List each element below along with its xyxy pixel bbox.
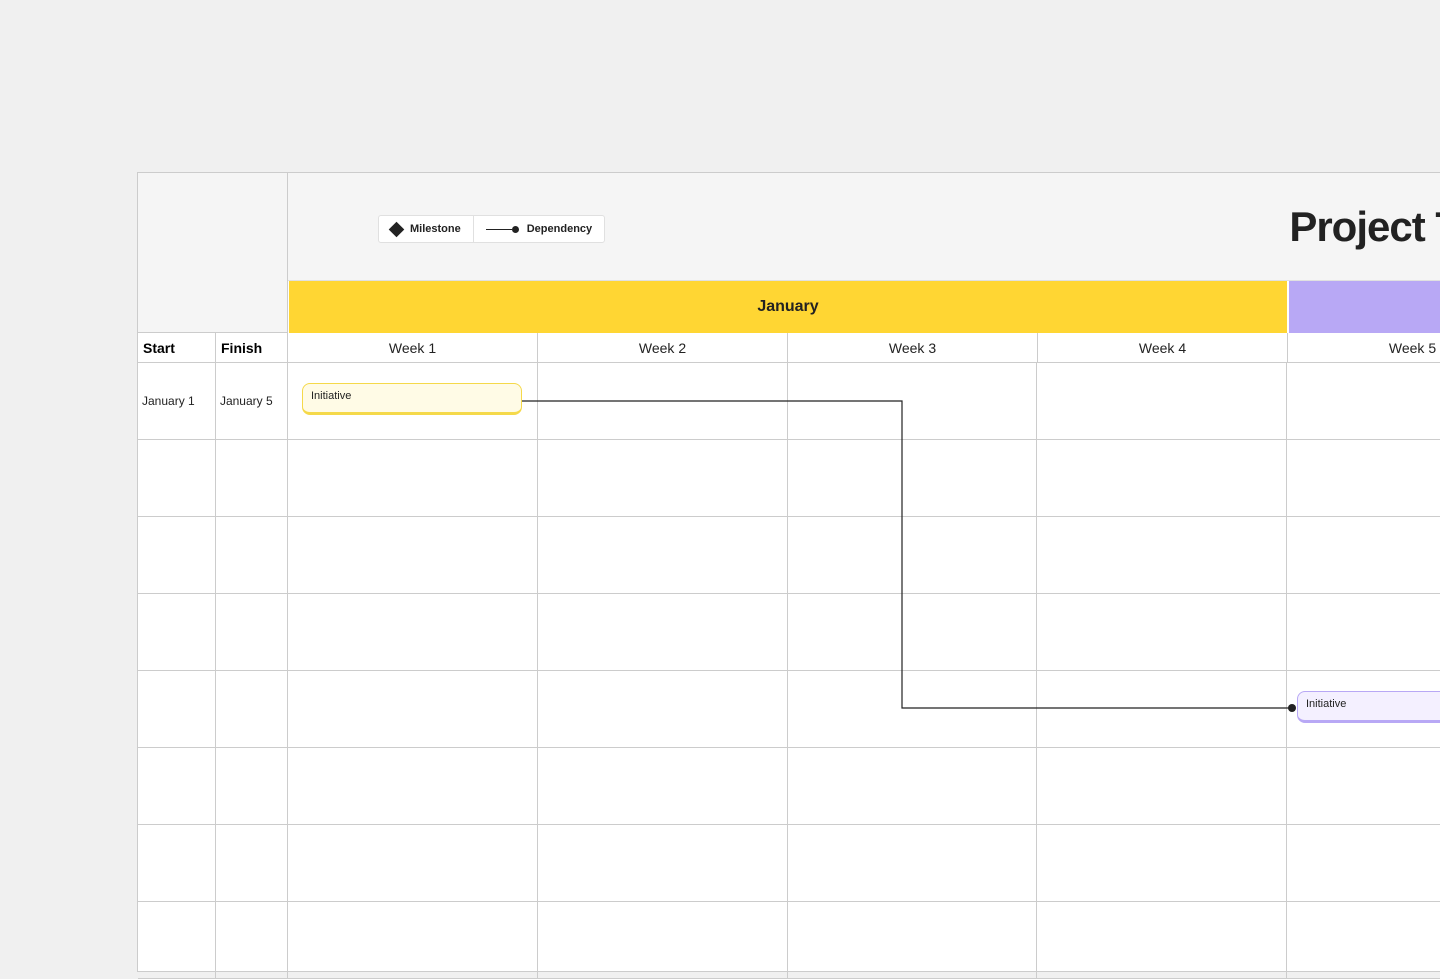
table-row[interactable]	[138, 748, 1440, 825]
cell-start[interactable]	[138, 517, 216, 593]
cell-finish[interactable]: January 5	[216, 363, 288, 439]
cell-week[interactable]	[788, 825, 1038, 901]
cell-week[interactable]	[288, 902, 538, 978]
cell-week[interactable]	[1037, 902, 1287, 978]
table-row[interactable]: January 1 January 5 Initiative	[138, 363, 1440, 440]
milestone-icon	[389, 221, 405, 237]
cell-week[interactable]	[288, 748, 538, 824]
legend-dependency-label: Dependency	[527, 223, 592, 235]
cell-week[interactable]	[1287, 363, 1440, 439]
cell-finish[interactable]	[216, 825, 288, 901]
dependency-icon	[486, 226, 519, 233]
cell-start[interactable]	[138, 671, 216, 747]
cell-finish[interactable]	[216, 902, 288, 978]
cell-start[interactable]	[138, 748, 216, 824]
cell-start[interactable]	[138, 902, 216, 978]
cell-week[interactable]	[788, 363, 1038, 439]
month-header-january: January	[289, 281, 1289, 333]
legend: Milestone Dependency	[378, 215, 605, 243]
cell-week[interactable]	[1037, 517, 1287, 593]
data-rows: January 1 January 5 Initiative	[138, 363, 1440, 979]
cell-week[interactable]	[1287, 902, 1440, 978]
month-header-row: January	[289, 281, 1440, 333]
cell-week[interactable]	[538, 363, 788, 439]
table-row[interactable]	[138, 902, 1440, 979]
cell-week[interactable]	[1287, 440, 1440, 516]
cell-week[interactable]	[288, 825, 538, 901]
column-headers: Start Finish Week 1 Week 2 Week 3 Week 4…	[138, 333, 1440, 363]
cell-start[interactable]	[138, 825, 216, 901]
cell-finish[interactable]	[216, 440, 288, 516]
legend-dependency: Dependency	[473, 216, 604, 242]
cell-week[interactable]	[538, 440, 788, 516]
task-bar-initiative-1[interactable]: Initiative	[302, 383, 522, 415]
cell-week[interactable]	[788, 671, 1038, 747]
cell-finish[interactable]	[216, 748, 288, 824]
gantt-canvas: Milestone Dependency Project Timeline Ja…	[137, 172, 1440, 972]
cell-week[interactable]	[1037, 594, 1287, 670]
legend-milestone-label: Milestone	[410, 223, 461, 235]
cell-week[interactable]	[1287, 825, 1440, 901]
col-header-week3: Week 3	[788, 333, 1038, 362]
cell-week[interactable]	[1287, 517, 1440, 593]
page-title: Project Timeline	[1289, 203, 1440, 251]
cell-week[interactable]	[788, 748, 1038, 824]
cell-start[interactable]: January 1	[138, 363, 216, 439]
legend-milestone: Milestone	[379, 216, 473, 242]
table-row[interactable]	[138, 517, 1440, 594]
cell-week[interactable]	[1037, 363, 1287, 439]
task-bar-initiative-2[interactable]: Initiative	[1297, 691, 1440, 723]
cell-start[interactable]	[138, 440, 216, 516]
cell-week[interactable]	[538, 517, 788, 593]
cell-week[interactable]	[288, 671, 538, 747]
cell-week[interactable]	[1037, 825, 1287, 901]
col-header-week5: Week 5	[1288, 333, 1440, 362]
cell-week[interactable]	[788, 902, 1038, 978]
cell-week[interactable]	[288, 517, 538, 593]
col-header-start: Start	[138, 333, 216, 362]
col-header-week1: Week 1	[288, 333, 538, 362]
cell-week[interactable]	[538, 594, 788, 670]
cell-finish[interactable]	[216, 594, 288, 670]
cell-week[interactable]	[288, 594, 538, 670]
cell-week[interactable]	[788, 594, 1038, 670]
cell-finish[interactable]	[216, 517, 288, 593]
cell-week[interactable]	[288, 440, 538, 516]
cell-week[interactable]	[788, 440, 1038, 516]
table-row[interactable]	[138, 594, 1440, 671]
col-header-week4: Week 4	[1038, 333, 1288, 362]
cell-week[interactable]	[1287, 748, 1440, 824]
cell-week[interactable]	[538, 902, 788, 978]
dependency-end-dot	[1288, 704, 1296, 712]
cell-week[interactable]	[538, 825, 788, 901]
cell-week[interactable]	[1287, 594, 1440, 670]
cell-week[interactable]	[1037, 748, 1287, 824]
header-band: Milestone Dependency Project Timeline	[138, 173, 1440, 281]
cell-week[interactable]	[1037, 440, 1287, 516]
col-header-finish: Finish	[216, 333, 288, 362]
cell-week[interactable]	[538, 748, 788, 824]
cell-start[interactable]	[138, 594, 216, 670]
cell-finish[interactable]	[216, 671, 288, 747]
table-row[interactable]: Initiative	[138, 671, 1440, 748]
cell-week[interactable]	[538, 671, 788, 747]
cell-week[interactable]	[1037, 671, 1287, 747]
cell-week[interactable]	[788, 517, 1038, 593]
left-corner-block	[138, 173, 288, 333]
table-row[interactable]	[138, 440, 1440, 517]
table-row[interactable]	[138, 825, 1440, 902]
month-header-february	[1289, 281, 1440, 333]
col-header-week2: Week 2	[538, 333, 788, 362]
